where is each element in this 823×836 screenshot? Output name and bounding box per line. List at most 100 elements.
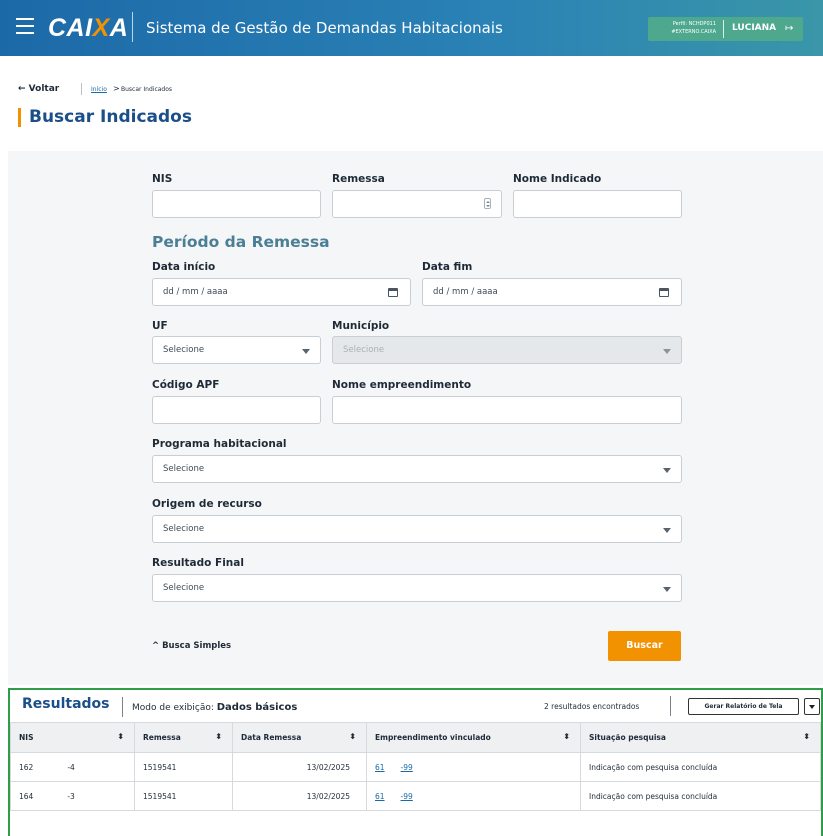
sort-icon[interactable]: ⬍ — [349, 732, 356, 741]
caret-down-icon — [663, 349, 671, 354]
cell-situacao: Indicação com pesquisa concluída — [580, 781, 821, 811]
table-header-row: NIS ⬍ Remessa ⬍ Data Remessa ⬍ Empreendimen… — [10, 722, 821, 753]
municipio-value: Selecione — [343, 345, 385, 355]
breadcrumb-home-link[interactable]: Início — [91, 86, 107, 93]
empreendimento-link[interactable]: 61 — [375, 792, 385, 801]
column-header-data-remessa[interactable]: Data Remessa ⬍ — [232, 722, 367, 753]
column-header-nis[interactable]: NIS ⬍ — [10, 722, 135, 753]
results-divider — [122, 697, 123, 717]
nis-part: 162 — [19, 762, 34, 772]
column-label: Empreendimento vinculado — [375, 733, 491, 742]
data-inicio-input[interactable]: dd / mm / aaaa — [152, 278, 411, 306]
caret-down-icon — [809, 705, 815, 709]
nis-part: -3 — [67, 791, 75, 801]
caret-down-icon — [302, 349, 310, 354]
results-divider — [670, 696, 671, 716]
breadcrumb-divider — [81, 83, 82, 95]
report-options-button[interactable] — [804, 698, 820, 715]
sort-icon[interactable]: ⬍ — [215, 732, 222, 741]
profile-box: Perfil: NCHDP011 #EXTERNO.CAIXA LUCIANA … — [648, 17, 803, 41]
calendar-icon[interactable] — [388, 288, 398, 297]
column-header-remessa[interactable]: Remessa ⬍ — [134, 722, 233, 753]
codigo-apf-label: Código APF — [152, 379, 220, 391]
nis-input[interactable] — [152, 190, 321, 218]
cell-situacao: Indicação com pesquisa concluída — [580, 752, 821, 782]
column-label: Remessa — [143, 733, 181, 742]
data-inicio-placeholder: dd / mm / aaaa — [163, 287, 228, 297]
codigo-apf-input[interactable] — [152, 396, 321, 424]
back-link[interactable]: ← Voltar — [18, 84, 59, 94]
results-count: 2 resultados encontrados — [544, 702, 640, 711]
nome-empreendimento-label: Nome empreendimento — [332, 379, 472, 391]
nome-empreendimento-input[interactable] — [332, 396, 682, 424]
cell-nis: 164 -3 — [10, 781, 135, 811]
data-fim-label: Data fim — [422, 261, 473, 273]
nis-part: -4 — [67, 762, 75, 772]
title-accent — [18, 108, 21, 127]
profile-divider — [723, 20, 724, 38]
app-title: Sistema de Gestão de Demandas Habitacion… — [146, 19, 503, 37]
origem-value: Selecione — [163, 524, 205, 534]
programa-select[interactable]: Selecione — [152, 455, 682, 483]
profile-info: Perfil: NCHDP011 #EXTERNO.CAIXA — [654, 20, 716, 36]
sort-icon[interactable]: ⬍ — [563, 732, 570, 741]
caret-down-icon — [663, 587, 671, 592]
sort-icon[interactable]: ⬍ — [117, 732, 124, 741]
spinner-icon[interactable] — [484, 198, 491, 209]
results-table: NIS ⬍ Remessa ⬍ Data Remessa ⬍ Empreendimen… — [10, 722, 821, 811]
menu-icon[interactable] — [16, 18, 34, 36]
column-label: Situação pesquisa — [589, 733, 666, 742]
cell-empreendimento: 61 -99 — [366, 752, 581, 782]
header-divider — [132, 12, 133, 42]
top-header: CAIXA Sistema de Gestão de Demandas Habi… — [0, 0, 823, 56]
origem-select[interactable]: Selecione — [152, 515, 682, 543]
logout-icon[interactable]: ↦ — [785, 23, 793, 34]
empreendimento-link[interactable]: -99 — [401, 763, 413, 772]
user-name: LUCIANA — [732, 23, 777, 33]
buscar-button[interactable]: Buscar — [608, 631, 681, 661]
cell-remessa: 1519541 — [134, 781, 233, 811]
caret-down-icon — [663, 468, 671, 473]
caret-down-icon — [663, 528, 671, 533]
resultado-label: Resultado Final — [152, 557, 244, 569]
empreendimento-link[interactable]: 61 — [375, 763, 385, 772]
programa-label: Programa habitacional — [152, 438, 287, 450]
display-mode-value[interactable]: Dados básicos — [217, 702, 298, 713]
nis-label: NIS — [152, 173, 173, 185]
table-row: 162 -4 1519541 13/02/2025 61 -99 Indicação… — [10, 752, 821, 782]
uf-select[interactable]: Selecione — [152, 336, 321, 364]
column-header-situacao[interactable]: Situação pesquisa ⬍ — [580, 722, 821, 753]
table-row: 164 -3 1519541 13/02/2025 61 -99 Indicação… — [10, 781, 821, 811]
profile-line: #EXTERNO.CAIXA — [671, 29, 716, 35]
nome-indicado-input[interactable] — [513, 190, 682, 218]
remessa-label: Remessa — [332, 173, 385, 185]
empreendimento-link[interactable]: -99 — [401, 792, 413, 801]
profile-line: Perfil: NCHDP011 — [672, 21, 716, 27]
display-mode-label: Modo de exibição: — [132, 703, 217, 713]
caixa-logo[interactable]: CAIXA — [48, 14, 128, 43]
data-inicio-label: Data início — [152, 261, 216, 273]
uf-label: UF — [152, 320, 168, 332]
breadcrumb-current: Buscar Indicados — [121, 86, 173, 93]
municipio-label: Município — [332, 320, 390, 332]
sort-icon[interactable]: ⬍ — [803, 732, 810, 741]
cell-empreendimento: 61 -99 — [366, 781, 581, 811]
cell-data-remessa: 13/02/2025 — [232, 752, 367, 782]
data-fim-input[interactable]: dd / mm / aaaa — [422, 278, 682, 306]
remessa-input[interactable] — [332, 190, 502, 218]
column-label: NIS — [19, 733, 34, 742]
cell-remessa: 1519541 — [134, 752, 233, 782]
gerar-relatorio-button[interactable]: Gerar Relatório de Tela — [688, 698, 799, 715]
column-label: Data Remessa — [241, 733, 302, 742]
busca-simples-toggle[interactable]: ^ Busca Simples — [152, 641, 231, 651]
uf-value: Selecione — [163, 345, 205, 355]
calendar-icon[interactable] — [659, 288, 669, 297]
results-title: Resultados — [22, 696, 110, 712]
nis-part: 164 — [19, 791, 34, 801]
periodo-title: Período da Remessa — [152, 233, 330, 251]
resultado-value: Selecione — [163, 583, 205, 593]
resultado-select[interactable]: Selecione — [152, 574, 682, 602]
column-header-empreendimento[interactable]: Empreendimento vinculado ⬍ — [366, 722, 581, 753]
origem-label: Origem de recurso — [152, 498, 262, 510]
cell-data-remessa: 13/02/2025 — [232, 781, 367, 811]
